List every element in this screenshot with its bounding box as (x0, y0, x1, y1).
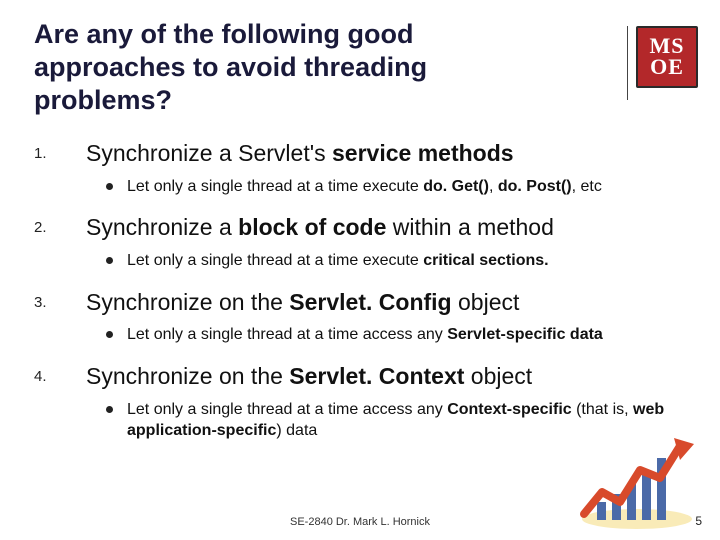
footer-text: SE-2840 Dr. Mark L. Hornick (0, 516, 720, 528)
content-list: 1. Synchronize a Servlet's service metho… (34, 139, 692, 442)
sub-bullet: Let only a single thread at a time acces… (106, 399, 692, 442)
item-number: 4. (34, 362, 86, 385)
item-main: Synchronize on the Servlet. Context obje… (86, 362, 532, 391)
slide: Are any of the following good approaches… (0, 0, 720, 540)
list-item: 2. Synchronize a block of code within a … (34, 213, 692, 271)
page-number: 5 (695, 514, 702, 528)
list-item: 1. Synchronize a Servlet's service metho… (34, 139, 692, 197)
sub-bullet: Let only a single thread at a time acces… (106, 324, 692, 346)
list-item: 3. Synchronize on the Servlet. Config ob… (34, 288, 692, 346)
slide-title: Are any of the following good approaches… (34, 18, 554, 117)
bullet-icon (106, 183, 113, 190)
divider (627, 26, 628, 100)
bullet-icon (106, 257, 113, 264)
item-main: Synchronize on the Servlet. Config objec… (86, 288, 519, 317)
logo-line2: OE (650, 57, 684, 78)
sub-text: Let only a single thread at a time acces… (127, 324, 603, 346)
item-number: 2. (34, 213, 86, 236)
sub-text: Let only a single thread at a time execu… (127, 176, 602, 198)
item-main: Synchronize a block of code within a met… (86, 213, 554, 242)
sub-text: Let only a single thread at a time execu… (127, 250, 549, 272)
item-number: 1. (34, 139, 86, 162)
bullet-icon (106, 406, 113, 413)
msoe-logo: MS OE (636, 26, 698, 88)
item-number: 3. (34, 288, 86, 311)
item-main: Synchronize a Servlet's service methods (86, 139, 514, 168)
bullet-icon (106, 331, 113, 338)
sub-bullet: Let only a single thread at a time execu… (106, 176, 692, 198)
sub-bullet: Let only a single thread at a time execu… (106, 250, 692, 272)
sub-text: Let only a single thread at a time acces… (127, 399, 687, 442)
list-item: 4. Synchronize on the Servlet. Context o… (34, 362, 692, 442)
